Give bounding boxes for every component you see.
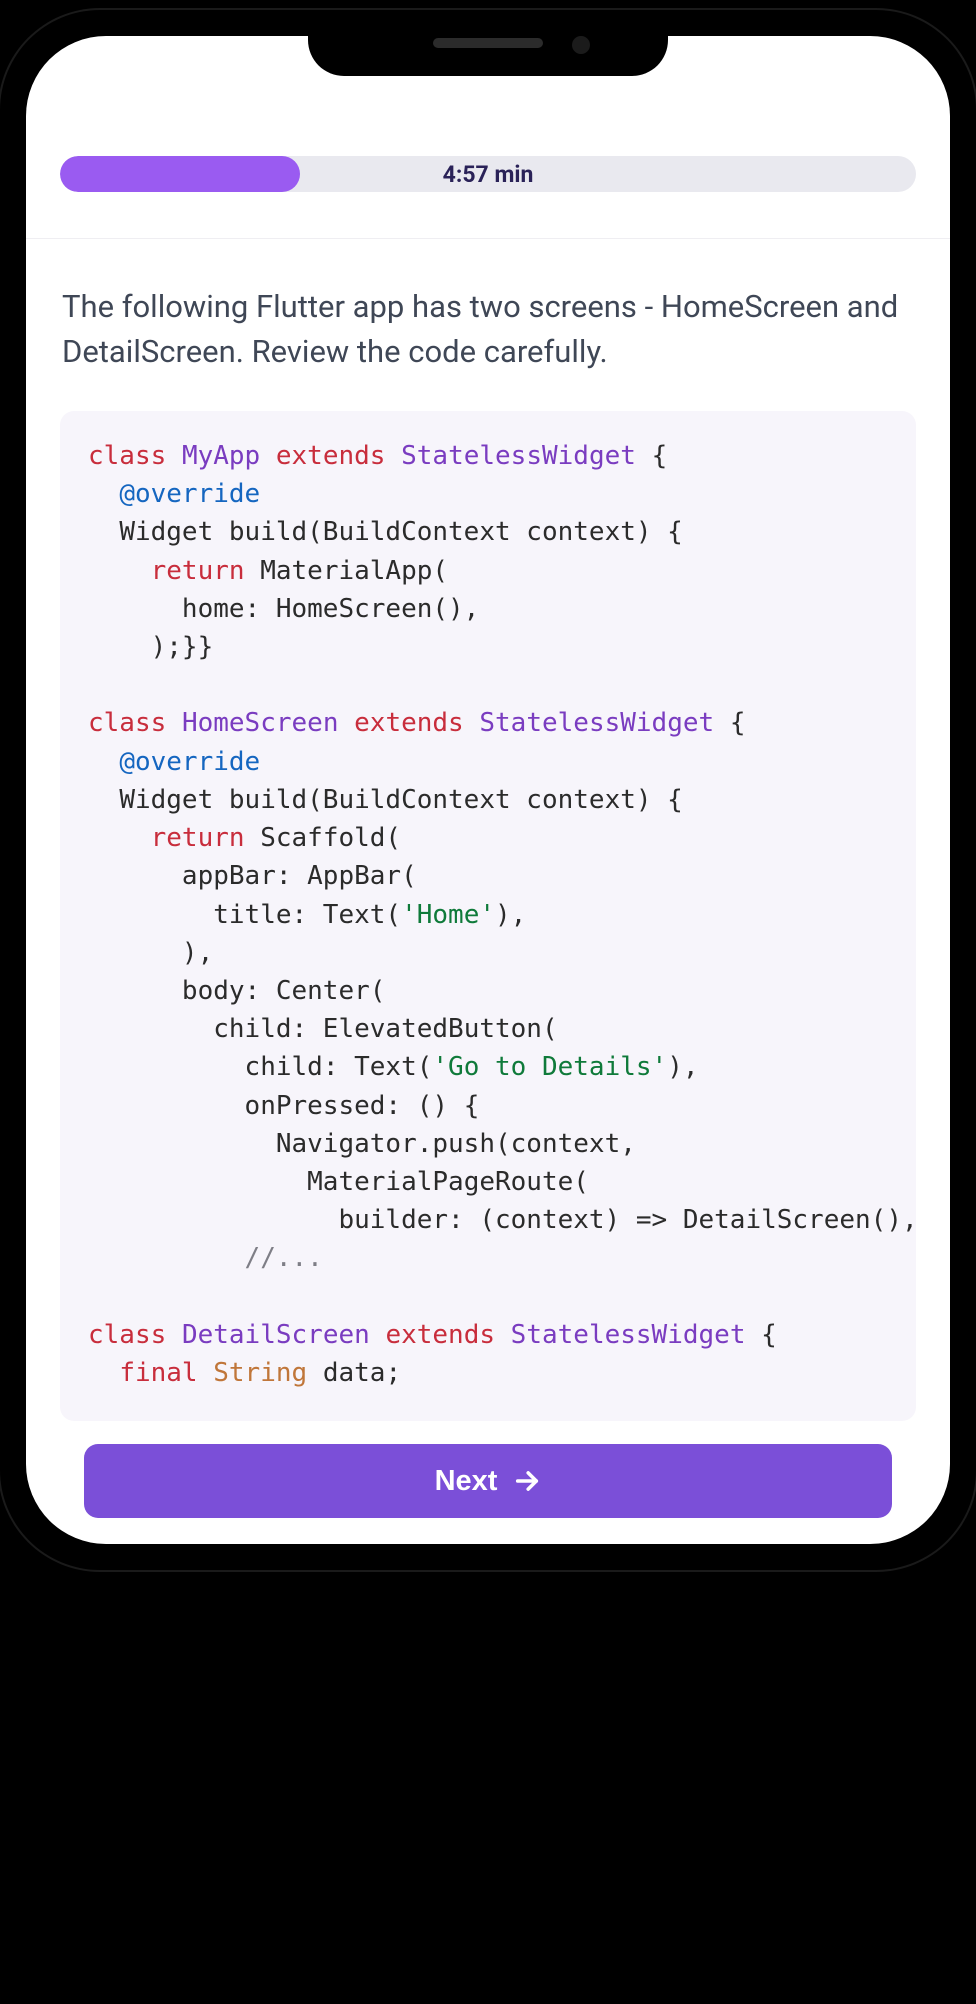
code-line: @override xyxy=(88,743,888,781)
phone-camera xyxy=(572,36,590,54)
code-line: return MaterialApp( xyxy=(88,552,888,590)
code-line: child: Text('Go to Details'), xyxy=(88,1048,888,1086)
code-line: Widget build(BuildContext context) { xyxy=(88,513,888,551)
code-line xyxy=(88,666,888,704)
code-line: home: HomeScreen(), xyxy=(88,590,888,628)
code-line: title: Text('Home'), xyxy=(88,896,888,934)
phone-speaker xyxy=(433,38,543,48)
code-line: @override xyxy=(88,475,888,513)
progress-bar: 4:57 min xyxy=(60,156,916,192)
code-line: onPressed: () { xyxy=(88,1087,888,1125)
arrow-right-icon xyxy=(513,1467,541,1495)
code-line: ), xyxy=(88,934,888,972)
phone-notch xyxy=(308,10,668,76)
code-line: Navigator.push(context, xyxy=(88,1125,888,1163)
code-line: body: Center( xyxy=(88,972,888,1010)
code-line: class HomeScreen extends StatelessWidget… xyxy=(88,704,888,742)
next-button-label: Next xyxy=(435,1465,498,1498)
instruction-text: The following Flutter app has two screen… xyxy=(60,285,916,375)
code-line: appBar: AppBar( xyxy=(88,857,888,895)
code-line: class DetailScreen extends StatelessWidg… xyxy=(88,1316,888,1354)
phone-frame: 4:57 min The following Flutter app has t… xyxy=(0,10,976,1570)
code-line xyxy=(88,1278,888,1316)
code-line: final String data; xyxy=(88,1354,888,1392)
code-line: );}} xyxy=(88,628,888,666)
code-line xyxy=(88,1392,888,1421)
progress-timer-label: 4:57 min xyxy=(60,156,916,192)
code-line: return Scaffold( xyxy=(88,819,888,857)
header-divider xyxy=(26,238,950,239)
code-line: class MyApp extends StatelessWidget { xyxy=(88,437,888,475)
code-line: child: ElevatedButton( xyxy=(88,1010,888,1048)
code-line: Widget build(BuildContext context) { xyxy=(88,781,888,819)
code-line: //... xyxy=(88,1239,888,1277)
phone-screen: 4:57 min The following Flutter app has t… xyxy=(26,36,950,1544)
code-block: class MyApp extends StatelessWidget { @o… xyxy=(60,411,916,1421)
app-content: 4:57 min The following Flutter app has t… xyxy=(26,36,950,1544)
code-line: MaterialPageRoute( xyxy=(88,1163,888,1201)
next-button[interactable]: Next xyxy=(84,1444,892,1518)
code-line: builder: (context) => DetailScreen(), xyxy=(88,1201,888,1239)
